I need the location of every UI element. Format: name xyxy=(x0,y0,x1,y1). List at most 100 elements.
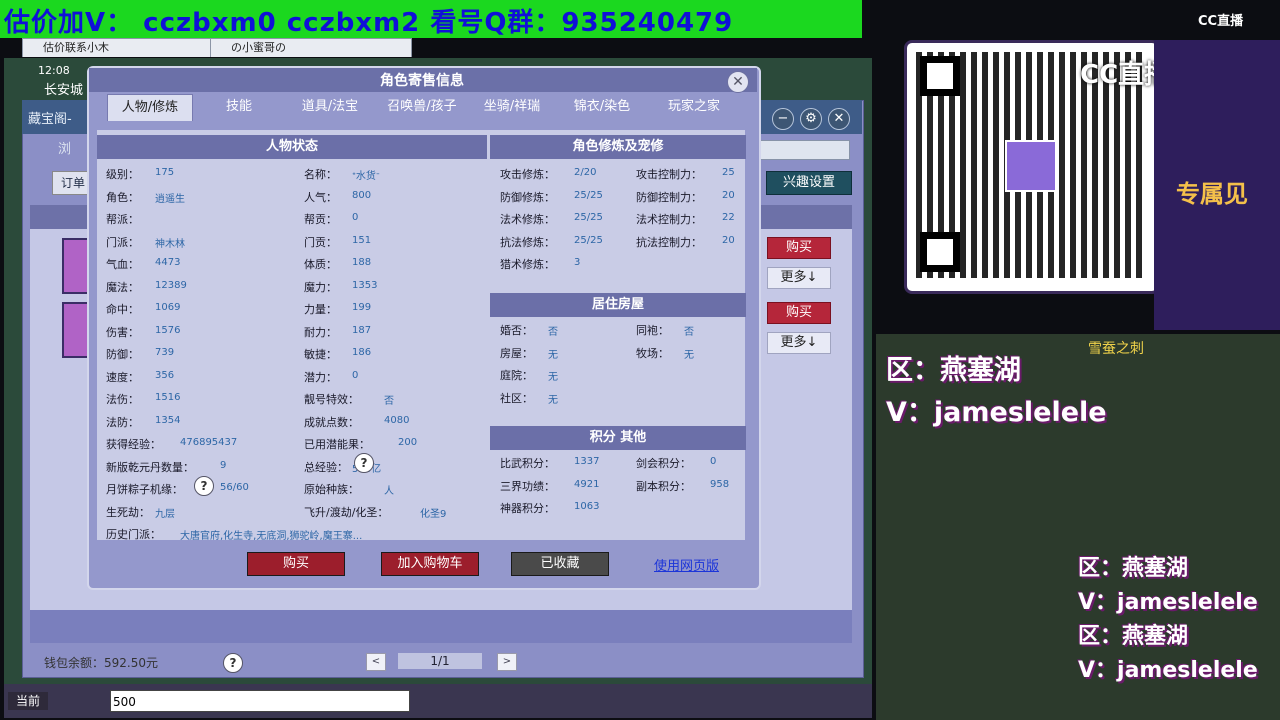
stat-label: 潜力： xyxy=(304,370,337,384)
tab-skills[interactable]: 技能 xyxy=(200,94,278,120)
more-button[interactable]: 更多↓ xyxy=(767,332,831,354)
tab-home[interactable]: 玩家之家 xyxy=(652,94,736,120)
next-page-button[interactable]: > xyxy=(497,653,517,671)
stat-label: 门派： xyxy=(106,235,139,249)
stat-label: 三界功绩： xyxy=(500,479,555,493)
stat-label: 抗法修炼： xyxy=(500,235,555,249)
stat-value: 无 xyxy=(548,394,558,406)
help-icon[interactable]: ? xyxy=(223,653,243,673)
tab-outfits[interactable]: 锦衣/染色 xyxy=(562,94,642,120)
listing-footer xyxy=(30,610,852,643)
stat-value: 0 xyxy=(352,212,359,223)
browse-nav[interactable]: 浏 xyxy=(58,138,71,157)
stat-value: 1354 xyxy=(155,414,181,426)
stat-value: 神木林 xyxy=(155,238,185,250)
stat-label: 猎术修炼： xyxy=(500,258,555,271)
dialog-title: 角色寄售信息 xyxy=(380,73,464,89)
stat-label: 法术控制力： xyxy=(636,213,702,226)
wallet-balance: 钱包余额：592.50元 xyxy=(44,656,158,670)
stat-value: 356 xyxy=(155,369,175,381)
stat-label: 帮贡： xyxy=(304,213,337,226)
section-house: 居住房屋 xyxy=(490,293,746,317)
browser-tab-2[interactable]: の小蜜哥の xyxy=(210,38,412,57)
browser-tab-1[interactable]: 估价联系小木 xyxy=(22,38,224,57)
game-clock: 12:08 xyxy=(38,64,70,77)
tab-items[interactable]: 道具/法宝 xyxy=(290,94,370,120)
tab-label: の小蜜哥の xyxy=(231,41,286,54)
stat-value: 800 xyxy=(352,189,372,201)
stat-label: 庭院： xyxy=(500,369,533,382)
stat-label: 速度： xyxy=(106,370,139,384)
stat-value: 4473 xyxy=(155,257,181,268)
stat-value: 大唐官府,化生寺,无底洞,狮驼岭,魔王寨... xyxy=(180,531,363,542)
more-button[interactable]: 更多↓ xyxy=(767,267,831,289)
stat-label: 角色： xyxy=(106,190,139,204)
stat-label: 社区： xyxy=(500,391,533,405)
stat-value: 逍遥生 xyxy=(155,193,185,205)
stat-label: 耐力： xyxy=(304,325,337,339)
qr-corner xyxy=(920,232,960,272)
help-icon[interactable]: ? xyxy=(194,476,214,496)
stat-label: 人气： xyxy=(304,190,337,204)
overlay-area: 区：燕塞湖 xyxy=(886,355,1021,386)
stat-label: 新版乾元丹数量： xyxy=(106,460,194,474)
stat-label: 剑会积分： xyxy=(636,457,691,470)
stat-value: 无 xyxy=(548,349,558,361)
stat-value: 九层 xyxy=(155,508,175,520)
tab-pets[interactable]: 召唤兽/孩子 xyxy=(376,94,468,120)
treasure-window-title: 藏宝阁- xyxy=(28,112,72,127)
stat-value: 20 xyxy=(722,189,735,201)
stat-value: 12389 xyxy=(155,279,187,291)
prev-page-button[interactable]: < xyxy=(366,653,386,671)
stat-value: 4080 xyxy=(384,414,410,426)
tab-character[interactable]: 人物/修炼 xyxy=(107,94,193,121)
stat-value: 22 xyxy=(722,212,735,223)
banner-text: 估价加V： cczbxm0 cczbxm2 看号Q群：935240479 xyxy=(4,8,734,38)
help-icon[interactable]: ? xyxy=(354,453,374,473)
stat-label: 防御： xyxy=(106,348,139,361)
tab-mounts[interactable]: 坐骑/祥瑞 xyxy=(472,94,552,120)
stat-value: 0 xyxy=(710,456,717,467)
stat-label: 法术修炼： xyxy=(500,213,555,226)
stat-label: 月饼粽子机缘： xyxy=(106,483,183,496)
stat-label: 魔力： xyxy=(304,280,337,294)
stat-label: 飞升/渡劫/化圣： xyxy=(304,505,389,519)
stat-value: 否 xyxy=(384,396,394,407)
stat-value: 188 xyxy=(352,257,372,268)
stat-label: 攻击修炼： xyxy=(500,168,555,181)
stat-label: 帮派： xyxy=(106,213,139,226)
stat-value: 20 xyxy=(722,234,735,246)
stat-value: 化圣9 xyxy=(420,508,447,520)
close-icon[interactable]: ✕ xyxy=(828,108,850,130)
stat-value: 25/25 xyxy=(574,189,603,201)
stat-label: 名称： xyxy=(304,168,337,181)
close-icon[interactable]: ✕ xyxy=(727,71,749,93)
stat-label: 房屋： xyxy=(500,346,533,360)
stat-value: 1337 xyxy=(574,456,600,467)
buy-button[interactable]: 购买 xyxy=(247,552,345,576)
add-to-cart-button[interactable]: 加入购物车 xyxy=(381,552,479,576)
stat-value: 1516 xyxy=(155,392,181,403)
cc-logo: CC直播 xyxy=(1198,14,1244,29)
stat-label: 比武积分： xyxy=(500,457,555,470)
buy-button[interactable]: 购买 xyxy=(767,302,831,324)
stat-label: 成就点数： xyxy=(304,415,359,429)
chat-channel-label[interactable]: 当前 xyxy=(8,692,48,710)
stat-value: 25/25 xyxy=(574,234,603,246)
stat-value: 175 xyxy=(155,167,175,178)
settings-icon[interactable]: ⚙ xyxy=(800,108,822,130)
buy-button[interactable]: 购买 xyxy=(767,237,831,259)
stat-label: 抗法控制力： xyxy=(636,235,702,249)
search-input[interactable] xyxy=(760,140,850,160)
favorited-button[interactable]: 已收藏 xyxy=(511,552,609,576)
stat-label: 门贡： xyxy=(304,235,337,249)
qr-corner xyxy=(920,56,960,96)
overlay-area: 区：燕塞湖 xyxy=(1078,556,1189,581)
stat-value: 1353 xyxy=(352,279,378,291)
use-web-version-link[interactable]: 使用网页版 xyxy=(654,555,719,574)
minimize-icon[interactable]: − xyxy=(772,108,794,130)
chat-input[interactable]: 500 xyxy=(110,690,410,712)
interest-settings-button[interactable]: 兴趣设置 xyxy=(766,171,852,195)
stat-label: 获得经验： xyxy=(106,438,161,451)
stat-label: 敏捷： xyxy=(304,348,337,361)
